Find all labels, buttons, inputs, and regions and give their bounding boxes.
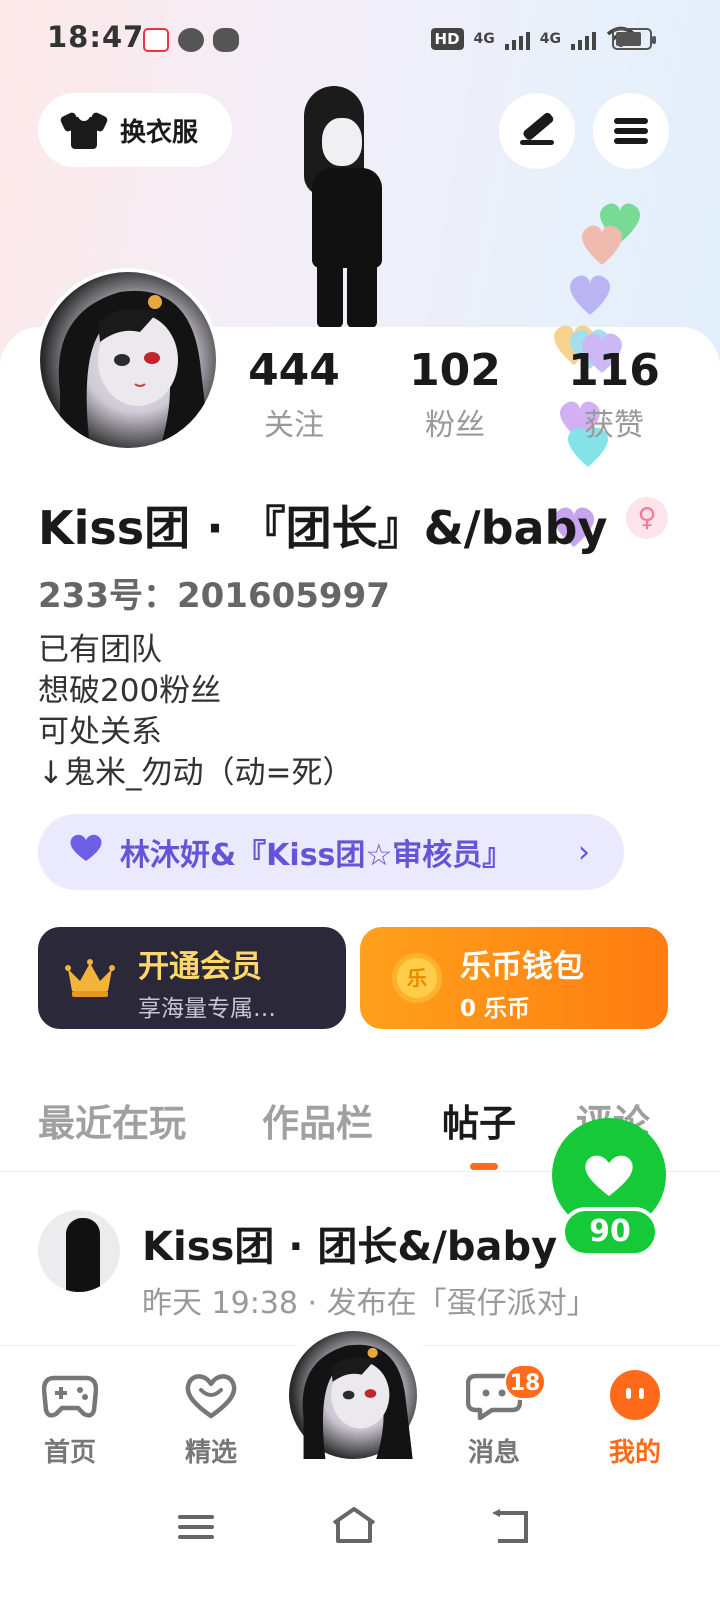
change-outfit-label: 换衣服 (120, 117, 199, 148)
signal-icon (504, 28, 530, 50)
nav-home-label: 首页 (43, 1438, 96, 1468)
menu-icon (614, 118, 648, 144)
chevron-right-icon: › (578, 834, 590, 870)
notification-app-icon (178, 28, 204, 52)
me-face-icon (610, 1370, 660, 1420)
menu-button[interactable] (593, 93, 669, 169)
followers-label: 粉丝 (425, 408, 485, 443)
stat-following[interactable]: 444 关注 (224, 345, 364, 444)
change-outfit-button[interactable]: 换衣服 (38, 93, 232, 167)
avatar-3d-figure[interactable] (292, 78, 402, 328)
active-tab-indicator (470, 1163, 498, 1170)
stat-followers[interactable]: 102 粉丝 (385, 345, 525, 444)
bio-line: 已有团队 (38, 632, 162, 668)
nav-me[interactable]: 我的 (585, 1370, 685, 1469)
unread-badge: 18 (504, 1364, 546, 1400)
tab-works[interactable]: 作品栏 (262, 1093, 373, 1147)
signal-icon (571, 28, 596, 50)
likes-label: 获赞 (584, 408, 644, 443)
avatar-portrait (58, 290, 210, 448)
following-label: 关注 (264, 408, 324, 443)
post-author-avatar[interactable] (38, 1210, 120, 1292)
coin-icon: 乐 (392, 953, 442, 1003)
like-count: 90 (561, 1207, 659, 1257)
nav-me-label: 我的 (608, 1438, 661, 1468)
nav-home[interactable]: 首页 (20, 1370, 120, 1469)
recent-apps-icon[interactable] (176, 1511, 216, 1543)
status-time: 18:47 (47, 20, 145, 54)
pen-icon (520, 112, 554, 145)
bio-line: ↓鬼米_勿动（动=死） (38, 755, 354, 791)
female-gender-icon: ♀ (626, 497, 668, 539)
edit-profile-button[interactable] (499, 93, 575, 169)
wallet-title: 乐币钱包 (460, 949, 584, 985)
crown-icon (65, 959, 115, 997)
bio: 已有团队 想破200粉丝 可处关系 ↓鬼米_勿动（动=死） (38, 630, 353, 794)
post-meta: 昨天 19:38 · 发布在「蛋仔派对」 (142, 1286, 597, 1321)
avatar-portrait (302, 1344, 413, 1459)
network-type: 4G (473, 31, 495, 47)
home-icon[interactable] (330, 1505, 378, 1545)
followers-count: 102 (409, 345, 501, 396)
username: Kiss团 · 『团长』&/baby (38, 501, 608, 555)
status-indicators: HD 4G 4G (430, 26, 636, 52)
vip-subtitle: 享海量专属… (138, 996, 276, 1022)
nav-featured-label: 精选 (184, 1438, 237, 1468)
post-author-name: Kiss团 · 团长&/baby (142, 1224, 558, 1270)
vip-title: 开通会员 (138, 949, 262, 985)
heart-icon (68, 833, 104, 871)
notification-app-icon (143, 28, 169, 52)
wallet-balance: 0 乐币 (460, 996, 531, 1022)
center-avatar-button[interactable] (286, 1328, 420, 1462)
nav-messages-label: 消息 (467, 1438, 520, 1468)
tab-posts[interactable]: 帖子 (442, 1093, 516, 1147)
gamepad-icon (41, 1375, 99, 1418)
network-type: 4G (539, 31, 561, 47)
hd-icon: HD (430, 28, 464, 50)
following-count: 444 (248, 345, 340, 396)
stat-likes[interactable]: 116 获赞 (544, 345, 684, 444)
tab-recently-played[interactable]: 最近在玩 (38, 1093, 186, 1147)
coin-wallet-card[interactable]: 乐 乐币钱包 0 乐币 (360, 927, 668, 1029)
nav-featured[interactable]: 精选 (161, 1370, 261, 1469)
system-navigation-bar (0, 1485, 720, 1600)
status-bar: 18:47 HD 4G 4G (0, 0, 720, 80)
back-icon[interactable] (488, 1507, 532, 1545)
battery-icon (612, 28, 656, 50)
bio-line: 想破200粉丝 (38, 673, 222, 709)
wechat-icon (213, 28, 239, 52)
profile-avatar[interactable] (36, 268, 220, 452)
likes-count: 116 (568, 345, 660, 396)
vip-membership-card[interactable]: 开通会员 享海量专属… (38, 927, 346, 1029)
relationship-label: 林沐妍&『Kiss团☆审核员』 (120, 838, 513, 873)
user-id[interactable]: 233号：201605997 (38, 568, 390, 617)
shirt-icon (59, 111, 109, 149)
bio-line: 可处关系 (38, 714, 162, 750)
relationship-pill[interactable]: 林沐妍&『Kiss团☆审核员』 › (38, 814, 624, 890)
heart-outline-icon (185, 1374, 237, 1419)
